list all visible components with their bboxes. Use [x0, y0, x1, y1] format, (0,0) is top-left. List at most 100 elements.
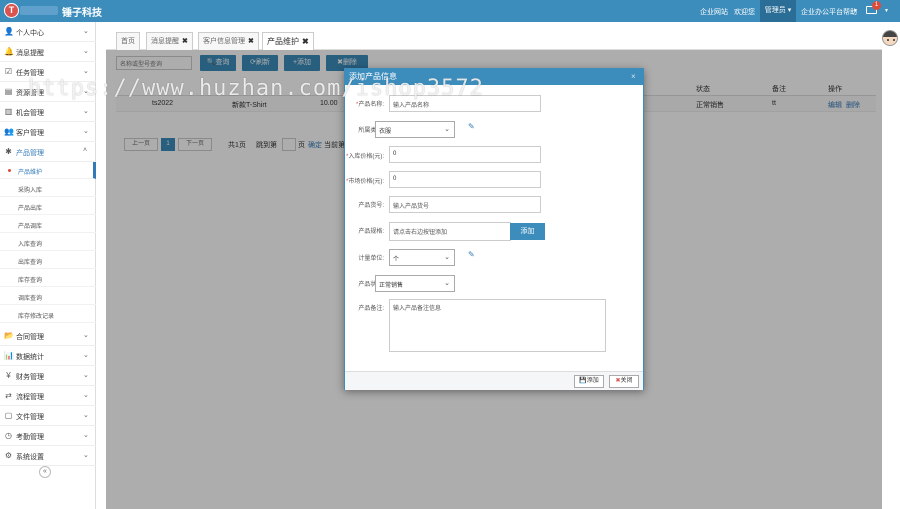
- close-icon[interactable]: ×: [631, 72, 636, 81]
- avatar[interactable]: [882, 30, 898, 46]
- sidebar-item[interactable]: 📊 数据统计 ⌄: [0, 346, 96, 366]
- sidebar-subitem-label: 产品维护: [18, 170, 43, 176]
- customer-icon: 👥: [4, 127, 14, 136]
- admin-label: 管理员: [764, 7, 786, 14]
- sidebar-item[interactable]: 📂 合同管理 ⌄: [0, 326, 96, 346]
- chevron-down-icon: ⌄: [444, 126, 450, 133]
- market-price-input[interactable]: 0: [389, 171, 541, 188]
- close-icon[interactable]: ✖: [302, 37, 309, 46]
- sidebar-subitem-label: 库存查询: [18, 278, 43, 284]
- tab-home[interactable]: 首页: [116, 32, 140, 50]
- chevron-down-icon: ▼: [884, 8, 889, 14]
- sidebar-subitem-label: 采购入库: [18, 188, 43, 194]
- unit-label: 计量单位:: [358, 256, 384, 262]
- sidebar-subitem[interactable]: 库存修改记录: [0, 306, 96, 323]
- sidebar-item-label: 文件管理: [16, 414, 44, 421]
- sidebar-item-label: 合同管理: [16, 334, 44, 341]
- remark-textarea[interactable]: 输入产品备注信息: [389, 299, 606, 352]
- sidebar-subitem-label: 产品出库: [18, 206, 43, 212]
- gear-icon: ⚙: [4, 451, 13, 460]
- chevron-down-icon: ⌄: [444, 280, 450, 287]
- sidebar-item[interactable]: ☑ 任务管理 ⌄: [0, 62, 96, 82]
- sidebar-item[interactable]: ▢ 文件管理 ⌄: [0, 406, 96, 426]
- sidebar-item[interactable]: ▥ 机会管理 ⌄: [0, 102, 96, 122]
- sidebar-subitem[interactable]: 调库查询: [0, 288, 96, 305]
- sidebar-subitem[interactable]: 产品出库: [0, 198, 96, 215]
- edit-unit-icon[interactable]: ✎: [468, 250, 475, 259]
- company-site-link[interactable]: 企业网站: [700, 7, 728, 17]
- sidebar-item-label: 产品管理: [16, 150, 44, 157]
- sidebar-item-label: 个人中心: [16, 30, 44, 37]
- add-spec-button[interactable]: 添加: [510, 223, 545, 240]
- help-link[interactable]: 企业办公平台帮助: [801, 7, 857, 17]
- chevron-down-icon: ⌄: [83, 352, 89, 359]
- sidebar-subitem-label: 调库查询: [18, 296, 43, 302]
- unit-select[interactable]: 个 ⌄: [389, 249, 455, 266]
- tab-messages[interactable]: 消息提醒 ✖: [146, 32, 193, 50]
- sidebar-item[interactable]: ◷ 考勤管理 ⌄: [0, 426, 96, 446]
- chevron-down-icon: ⌄: [83, 392, 89, 399]
- save-button[interactable]: 💾添加: [574, 375, 604, 388]
- dialog-footer: 💾添加 ✖关闭: [345, 371, 643, 390]
- spec-input[interactable]: 请点击右边按钮添加: [389, 222, 511, 241]
- sidebar-subitem[interactable]: 出库查询: [0, 252, 96, 269]
- sidebar-subitem-label: 出库查询: [18, 260, 43, 266]
- close-icon[interactable]: ✖: [182, 38, 188, 45]
- sidebar-subitem[interactable]: 入库查询: [0, 234, 96, 251]
- sidebar-item[interactable]: ▤ 资源管理 ⌄: [0, 82, 96, 102]
- sidebar-item-label: 财务管理: [16, 374, 44, 381]
- sidebar-item[interactable]: ✱ 产品管理 ˄: [0, 142, 96, 162]
- close-button[interactable]: ✖关闭: [609, 375, 639, 388]
- yen-icon: ¥: [6, 371, 11, 380]
- sidebar-item-label: 流程管理: [16, 394, 44, 401]
- cost-price-input[interactable]: 0: [389, 146, 541, 163]
- chevron-down-icon: ⌄: [83, 452, 89, 459]
- chevron-down-icon: ⌄: [444, 254, 450, 261]
- chevron-down-icon: ⌄: [83, 48, 89, 55]
- chevron-down-icon: ˄: [83, 147, 88, 154]
- sidebar-subitem[interactable]: 产品调库: [0, 216, 96, 233]
- sidebar-subitem-label: 库存修改记录: [18, 314, 55, 320]
- top-bar: T 锤子科技 企业网站 欢迎您 管理员 ▾ 企业办公平台帮助 ▼ 1 ▼: [0, 0, 900, 22]
- cost-price-label: *入库价格(元):: [345, 154, 384, 160]
- welcome-text: 欢迎您: [734, 9, 755, 16]
- sidebar-subitem[interactable]: 采购入库: [0, 180, 96, 197]
- logo-icon: T: [4, 3, 19, 18]
- sidebar-item-label: 客户管理: [16, 130, 44, 137]
- sidebar-item[interactable]: ¥ 财务管理 ⌄: [0, 366, 96, 386]
- chevron-down-icon: ▼: [853, 8, 858, 14]
- sidebar-subitem[interactable]: 产品维护: [0, 162, 96, 179]
- sidebar-subitem-label: 入库查询: [18, 242, 43, 248]
- sidebar-item[interactable]: 👤 个人中心 ⌄: [0, 22, 96, 42]
- collapse-sidebar-button[interactable]: «: [39, 466, 51, 478]
- tab-product-maintenance[interactable]: 产品维护 ✖: [262, 32, 314, 50]
- chart-icon: 📊: [4, 351, 14, 360]
- file-icon: ▢: [4, 411, 13, 420]
- product-model-input[interactable]: 输入产品货号: [389, 196, 541, 213]
- admin-menu[interactable]: 管理员 ▾: [760, 0, 796, 22]
- chevron-down-icon: ⌄: [83, 68, 89, 75]
- chevron-down-icon: ⌄: [83, 88, 89, 95]
- chevron-down-icon: ⌄: [83, 28, 89, 35]
- dialog-title: 添加产品信息: [345, 69, 643, 85]
- sidebar: 👤 个人中心 ⌄ 🔔 消息提醒 ⌄ ☑ 任务管理 ⌄ ▤ 资源管理 ⌄ ▥ 机会管理 ⌄ 👥 客户管理 ⌄ ✱ 产品管…: [0, 22, 96, 509]
- logo-bar: [20, 6, 58, 15]
- chevron-down-icon: ⌄: [83, 372, 89, 379]
- sidebar-item-label: 系统设置: [16, 454, 44, 461]
- resource-icon: ▤: [4, 87, 13, 96]
- sidebar-item[interactable]: 🔔 消息提醒 ⌄: [0, 42, 96, 62]
- close-icon[interactable]: ✖: [248, 38, 254, 45]
- sidebar-item[interactable]: ⇄ 流程管理 ⌄: [0, 386, 96, 406]
- edit-category-icon[interactable]: ✎: [468, 122, 475, 131]
- category-select[interactable]: 衣服 ⌄: [375, 121, 455, 138]
- sidebar-item[interactable]: 👥 客户管理 ⌄: [0, 122, 96, 142]
- chevron-down-icon: ⌄: [83, 412, 89, 419]
- sidebar-item-label: 考勤管理: [16, 434, 44, 441]
- folder-icon: 📂: [4, 331, 14, 340]
- state-select[interactable]: 正常销售 ⌄: [375, 275, 455, 292]
- product-name-input[interactable]: 输入产品名称: [389, 95, 541, 112]
- sidebar-item[interactable]: ⚙ 系统设置 ⌄: [0, 446, 96, 466]
- tab-customer-info[interactable]: 客户信息管理 ✖: [198, 32, 259, 50]
- flow-icon: ⇄: [5, 391, 12, 400]
- sidebar-subitem[interactable]: 库存查询: [0, 270, 96, 287]
